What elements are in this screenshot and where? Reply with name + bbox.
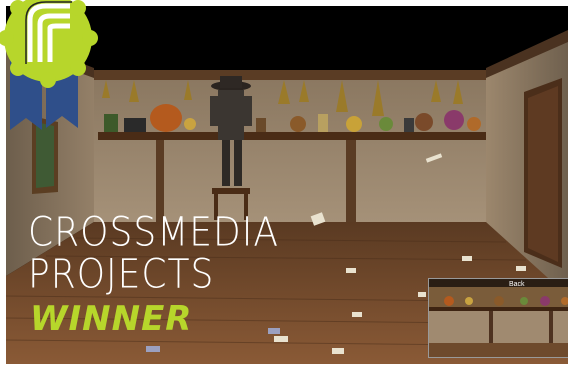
award-line-winner: WINNER [30,299,193,339]
back-label[interactable]: Back [509,281,525,288]
award-line-crossmedia: CROSSMEDIA [28,209,279,256]
inset-room-image [429,279,568,357]
shelf [98,132,486,140]
back-wall [94,74,486,222]
award-line-projects: PROJECTS [28,251,215,298]
inset-thumbnail[interactable]: Back [428,278,568,358]
award-badge-icon [0,0,98,130]
